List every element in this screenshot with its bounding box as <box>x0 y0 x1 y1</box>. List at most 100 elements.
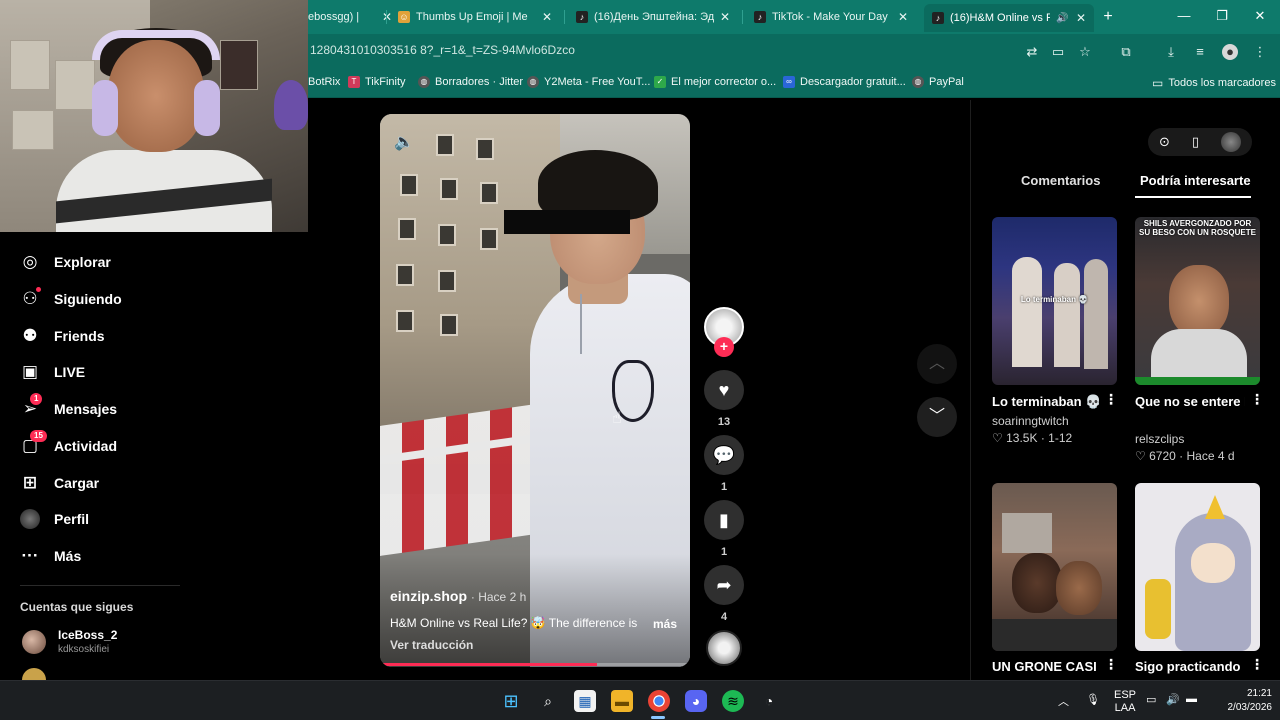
system-clock[interactable]: 21:21 2/03/2026 <box>1216 687 1273 715</box>
sidebar-item-cargar[interactable]: ⊞ Cargar <box>20 473 99 493</box>
video-window <box>438 224 456 246</box>
heart-outline-icon: ♡ <box>1135 449 1146 463</box>
card-menu-icon[interactable]: ⋮ <box>1104 391 1118 408</box>
follow-plus-button[interactable]: + <box>714 337 734 357</box>
translate-icon[interactable]: ⇄ <box>1024 44 1040 60</box>
restore-button[interactable]: ❐ <box>1212 8 1232 24</box>
more-link[interactable]: más <box>653 617 677 631</box>
browser-tab-active[interactable]: ♪ (16)H&M Online vs Re 🔊 ✕ <box>924 4 1094 32</box>
music-disc-icon[interactable] <box>706 630 742 666</box>
battery-icon[interactable]: ▬ <box>1186 693 1197 705</box>
clock-time: 21:21 <box>1246 688 1272 699</box>
video-author[interactable]: einzip.shop · Hace 2 h <box>390 588 526 604</box>
bookmark-item[interactable]: T TikFinity <box>348 76 406 88</box>
browser-tab[interactable]: ♪ (16)День Эпштейна: Эди ✕ <box>568 6 738 28</box>
like-button[interactable]: ♥ <box>704 370 744 410</box>
windows-start-icon[interactable]: ⊞ <box>500 690 522 712</box>
download-icon[interactable]: ⤓ <box>1163 44 1179 60</box>
save-button[interactable]: ▮ <box>704 500 744 540</box>
close-icon[interactable]: ✕ <box>542 10 552 24</box>
bookmark-star-icon[interactable]: ☆ <box>1077 44 1093 60</box>
tab-divider <box>386 10 387 24</box>
bookmark-item[interactable]: ✓ El mejor corrector o... <box>654 76 776 88</box>
volume-tray-icon[interactable]: 🔊 <box>1166 693 1180 706</box>
language-indicator[interactable]: ESP LAA <box>1114 689 1136 715</box>
card-menu-icon[interactable]: ⋮ <box>1250 391 1264 408</box>
card-author[interactable]: relszclips <box>1135 432 1184 446</box>
close-icon[interactable]: ✕ <box>1076 11 1086 25</box>
video-thumbnail[interactable]: SHILS AVERGONZADO POR SU BESO CON UN ROS… <box>1135 217 1260 385</box>
card-menu-icon[interactable]: ⋮ <box>1104 656 1118 673</box>
sidebar-item-perfil[interactable]: Perfil <box>20 509 89 529</box>
close-icon[interactable]: ✕ <box>720 10 730 24</box>
sidebar-item-mas[interactable]: ··· Más <box>20 546 82 566</box>
discord-icon[interactable]: ◕ <box>685 690 707 712</box>
webcam-overlay <box>0 0 308 232</box>
card-title[interactable]: Sigo practicando <box>1135 659 1245 674</box>
author-name[interactable]: einzip.shop <box>390 588 467 604</box>
bookmark-item[interactable]: ◍ Borradores · Jitter <box>418 76 523 88</box>
bookmark-item[interactable]: ∞ Descargador gratuit... <box>783 76 906 88</box>
close-icon[interactable]: ✕ <box>898 10 908 24</box>
tab-podria-interesarte[interactable]: Podría interesarte <box>1140 173 1251 188</box>
speaker-icon[interactable]: 🔊 <box>1056 13 1068 24</box>
media-control-icon[interactable]: ≡ <box>1192 44 1208 60</box>
sidebar-item-explorar[interactable]: ◎ Explorar <box>20 252 111 272</box>
previous-video-button[interactable]: ︿ <box>917 344 957 384</box>
headphone-left <box>92 80 118 136</box>
sidebar-item-live[interactable]: ▣ LIVE <box>20 362 85 382</box>
network-icon[interactable]: ▭ <box>1146 693 1156 706</box>
next-video-button[interactable]: ﹀ <box>917 397 957 437</box>
card-title[interactable]: Que no se entere Franco Vidal xd... <box>1135 394 1245 409</box>
minimize-button[interactable]: — <box>1174 8 1194 23</box>
avatar[interactable] <box>22 668 46 680</box>
menu-dots-icon[interactable]: ⋮ <box>1252 44 1268 60</box>
tray-chevron-icon[interactable]: ︿ <box>1058 693 1069 709</box>
bookmark-item[interactable]: ◍ PayPal <box>912 76 964 88</box>
all-bookmarks-folder[interactable]: ▭ Todos los marcadores <box>1152 76 1276 90</box>
tiktok-icon[interactable]: ⊙ <box>1159 134 1170 150</box>
sidebar-item-actividad[interactable]: ▢ 15 Actividad <box>20 430 117 456</box>
volume-icon[interactable]: 🔈 <box>394 132 414 152</box>
browser-tab[interactable]: ♪ TikTok - Make Your Day ✕ <box>746 6 916 28</box>
video-thumbnail[interactable] <box>992 483 1117 651</box>
file-explorer-icon[interactable]: ▬ <box>611 690 633 712</box>
sidebar-item-friends[interactable]: ⚉ Friends <box>20 326 104 346</box>
phone-icon[interactable]: ▯ <box>1192 134 1199 150</box>
bookmark-item[interactable]: BotRix <box>308 76 340 88</box>
profile-icon[interactable]: ● <box>1222 44 1238 60</box>
heart-icon: ♥ <box>718 380 730 400</box>
following-account[interactable]: IceBoss_2 kdksoskifiei <box>22 628 117 655</box>
sidebar-item-siguiendo[interactable]: ⚇ Siguiendo <box>20 287 122 309</box>
progress-fill <box>380 663 597 666</box>
chrome-icon[interactable] <box>648 690 670 712</box>
browser-tab[interactable]: ☺ Thumbs Up Emoji | Me ✕ <box>390 6 560 28</box>
card-title[interactable]: Lo terminaban 💀 <box>992 394 1102 410</box>
video-player[interactable]: 🔈 einzip.shop · Hace 2 h H&M Online vs R… <box>380 114 690 667</box>
close-window-button[interactable]: ✕ <box>1250 8 1270 24</box>
translate-link[interactable]: Ver traducción <box>390 638 473 652</box>
comment-button[interactable]: 💬 <box>704 435 744 475</box>
sidebar-item-mensajes[interactable]: ➢ 1 Mensajes <box>20 393 117 419</box>
avatar[interactable] <box>1220 132 1241 152</box>
microphone-icon[interactable]: 🎙 <box>1086 693 1100 706</box>
video-thumbnail[interactable]: Lo terminaban 💀 <box>992 217 1117 385</box>
url-field[interactable]: 1280431010303516 8?_r=1&_t=ZS-94Mvlo6Dzc… <box>310 43 575 57</box>
tab-comentarios[interactable]: Comentarios <box>1021 173 1100 188</box>
video-thumbnail[interactable] <box>1135 483 1260 651</box>
save-count: 1 <box>720 546 728 558</box>
cast-icon[interactable]: ▭ <box>1050 44 1066 60</box>
extensions-icon[interactable]: ⧉ <box>1118 44 1134 60</box>
store-icon[interactable]: ▦ <box>574 690 596 712</box>
share-button[interactable]: ➦ <box>704 565 744 605</box>
new-tab-button[interactable]: + <box>1098 7 1118 27</box>
obs-icon[interactable]: ◔ <box>758 690 780 712</box>
bookmark-item[interactable]: ◍ Y2Meta - Free YouT... <box>527 76 650 88</box>
thumb-face <box>1169 265 1229 337</box>
activity-icon: ▢ 15 <box>20 430 47 456</box>
card-author[interactable]: soarinngtwitch <box>992 414 1069 428</box>
spotify-icon[interactable]: ≋ <box>722 690 744 712</box>
search-icon[interactable]: ⌕ <box>537 690 559 712</box>
card-menu-icon[interactable]: ⋮ <box>1250 656 1264 673</box>
card-title[interactable]: UN GRONE CASI <box>992 659 1102 674</box>
